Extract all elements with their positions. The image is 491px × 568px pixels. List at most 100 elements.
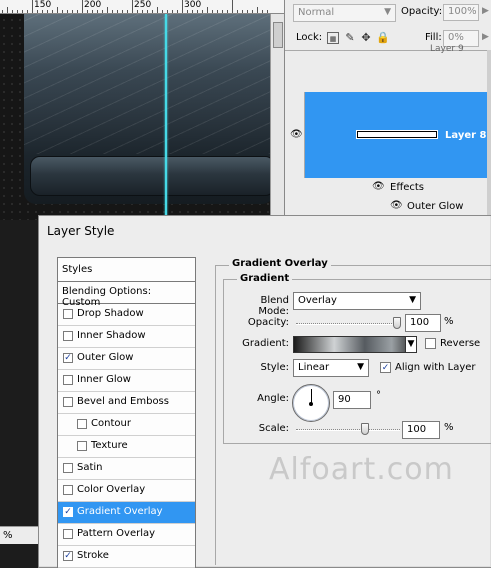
style-checkbox[interactable] <box>63 463 73 473</box>
scale-input[interactable]: 100 <box>402 421 440 439</box>
opacity-slider-track[interactable] <box>296 323 400 325</box>
style-checkbox[interactable] <box>77 419 87 429</box>
style-item-color-overlay[interactable]: Color Overlay <box>58 480 195 502</box>
fill-arrow-icon[interactable]: ▶ <box>482 32 489 42</box>
opacity-label: Opacity: <box>401 6 443 17</box>
eye-icon[interactable]: 👁 <box>290 129 303 140</box>
ruler-tick <box>222 10 223 13</box>
style-item-gradient-overlay[interactable]: ✓ Gradient Overlay <box>58 502 195 524</box>
style-checkbox[interactable] <box>63 485 73 495</box>
angle-center-dot <box>309 402 313 406</box>
ruler-tick <box>87 10 88 13</box>
metal-slot-artwork <box>30 156 275 196</box>
style-checkbox[interactable] <box>63 397 73 407</box>
layer-opacity-value: 100% <box>448 6 477 17</box>
style-item-texture[interactable]: Texture <box>58 436 195 458</box>
style-checkbox[interactable] <box>77 441 87 451</box>
styles-header-label: Styles <box>62 264 93 275</box>
ruler-tick <box>187 10 188 13</box>
style-item-satin[interactable]: Satin <box>58 458 195 480</box>
style-item-bevel-and-emboss[interactable]: Bevel and Emboss <box>58 392 195 414</box>
style-item-label: Satin <box>77 462 103 473</box>
style-item-pattern-overlay[interactable]: Pattern Overlay <box>58 524 195 546</box>
opacity-input[interactable]: 100 <box>405 314 441 332</box>
ruler-tick <box>212 10 213 13</box>
style-item-label: Bevel and Emboss <box>77 396 169 407</box>
ruler-label: 150 <box>34 0 52 10</box>
layer-name-partial[interactable]: Layer 9 <box>430 44 464 54</box>
style-item-label: Stroke <box>77 550 109 561</box>
lock-all-icon[interactable]: 🔒 <box>376 32 390 44</box>
eye-icon[interactable]: 👁 <box>372 181 385 192</box>
style-item-inner-glow[interactable]: Inner Glow <box>58 370 195 392</box>
styles-list-header[interactable]: Styles <box>58 258 195 282</box>
lock-position-icon[interactable]: ✥ <box>360 32 372 44</box>
dialog-title: Layer Style <box>47 224 115 238</box>
layer-opacity-field[interactable]: 100% <box>443 4 479 21</box>
ruler-tick <box>82 0 83 13</box>
effect-outer-glow-row[interactable]: Outer Glow <box>407 201 463 212</box>
selected-layer-name[interactable]: Layer 8 c <box>445 130 491 141</box>
scale-label: Scale: <box>258 423 289 434</box>
ruler-tick <box>7 7 8 13</box>
ruler-tick <box>142 10 143 13</box>
style-item-label: Color Overlay <box>77 484 146 495</box>
style-item-label: Contour <box>91 418 131 429</box>
style-checkbox[interactable] <box>63 331 73 341</box>
ruler-tick <box>147 10 148 13</box>
gradient-group-title: Gradient <box>237 273 293 284</box>
style-item-stroke[interactable]: ✓ Stroke <box>58 546 195 568</box>
gradient-picker-dropdown[interactable]: ▼ <box>405 336 417 353</box>
style-checkbox[interactable] <box>63 309 73 319</box>
ruler-tick <box>242 10 243 13</box>
layer-blend-mode-select[interactable]: Normal ▼ <box>293 4 396 22</box>
opacity-arrow-icon[interactable]: ▶ <box>482 6 489 16</box>
scrollbar-thumb[interactable] <box>273 22 283 48</box>
scale-slider-thumb[interactable] <box>360 423 369 435</box>
style-item-drop-shadow[interactable]: Drop Shadow <box>58 304 195 326</box>
scale-slider-track[interactable] <box>296 429 400 431</box>
ruler-label: 250 <box>134 0 152 10</box>
style-item-inner-shadow[interactable]: Inner Shadow <box>58 326 195 348</box>
style-checkbox[interactable]: ✓ <box>63 551 73 561</box>
ruler-tick <box>112 10 113 13</box>
watermark-text: Alfoart.com <box>269 452 454 487</box>
gradient-style-select[interactable]: Linear ▼ <box>293 359 369 377</box>
ruler-tick <box>197 10 198 13</box>
style-checkbox[interactable]: ✓ <box>63 507 73 517</box>
ruler-tick <box>12 10 13 13</box>
effects-row-label[interactable]: Effects <box>390 182 424 193</box>
opacity-slider-thumb[interactable] <box>392 317 401 329</box>
gradient-label: Gradient: <box>242 338 289 349</box>
chevron-down-icon: ▼ <box>384 7 391 17</box>
ruler-tick <box>192 10 193 13</box>
blend-mode-select[interactable]: Overlay ▼ <box>293 292 421 310</box>
chevron-down-icon: ▼ <box>409 295 416 305</box>
style-item-contour[interactable]: Contour <box>58 414 195 436</box>
blending-options-item[interactable]: Blending Options: Custom <box>58 282 195 308</box>
style-item-outer-glow[interactable]: ✓ Outer Glow <box>58 348 195 370</box>
lock-brush-icon[interactable]: ✎ <box>344 32 356 44</box>
angle-input[interactable]: 90 <box>333 391 371 409</box>
guide-line[interactable] <box>165 14 167 220</box>
style-item-label: Pattern Overlay <box>77 528 156 539</box>
style-checkbox[interactable] <box>63 529 73 539</box>
ruler-tick <box>177 10 178 13</box>
eye-icon[interactable]: 👁 <box>390 200 403 211</box>
angle-dial[interactable] <box>292 384 330 422</box>
align-with-layer-checkbox[interactable]: ✓ <box>380 362 391 373</box>
style-item-label: Outer Glow <box>77 352 134 363</box>
blend-mode-value: Normal <box>298 7 335 18</box>
ruler-tick <box>267 10 268 13</box>
style-checkbox[interactable]: ✓ <box>63 353 73 363</box>
layers-scrollbar[interactable] <box>487 50 491 220</box>
style-checkbox[interactable] <box>63 375 73 385</box>
angle-label: Angle: <box>257 393 289 404</box>
canvas-vertical-scrollbar[interactable] <box>270 14 284 220</box>
gradient-swatch[interactable] <box>293 336 417 353</box>
reverse-checkbox[interactable] <box>425 338 436 349</box>
style-item-label: Texture <box>91 440 128 451</box>
lock-transparent-icon[interactable]: ▦ <box>327 32 339 44</box>
zoom-readout[interactable]: % <box>3 530 13 541</box>
document-canvas[interactable]: 150 200 250 300 <box>0 0 284 220</box>
